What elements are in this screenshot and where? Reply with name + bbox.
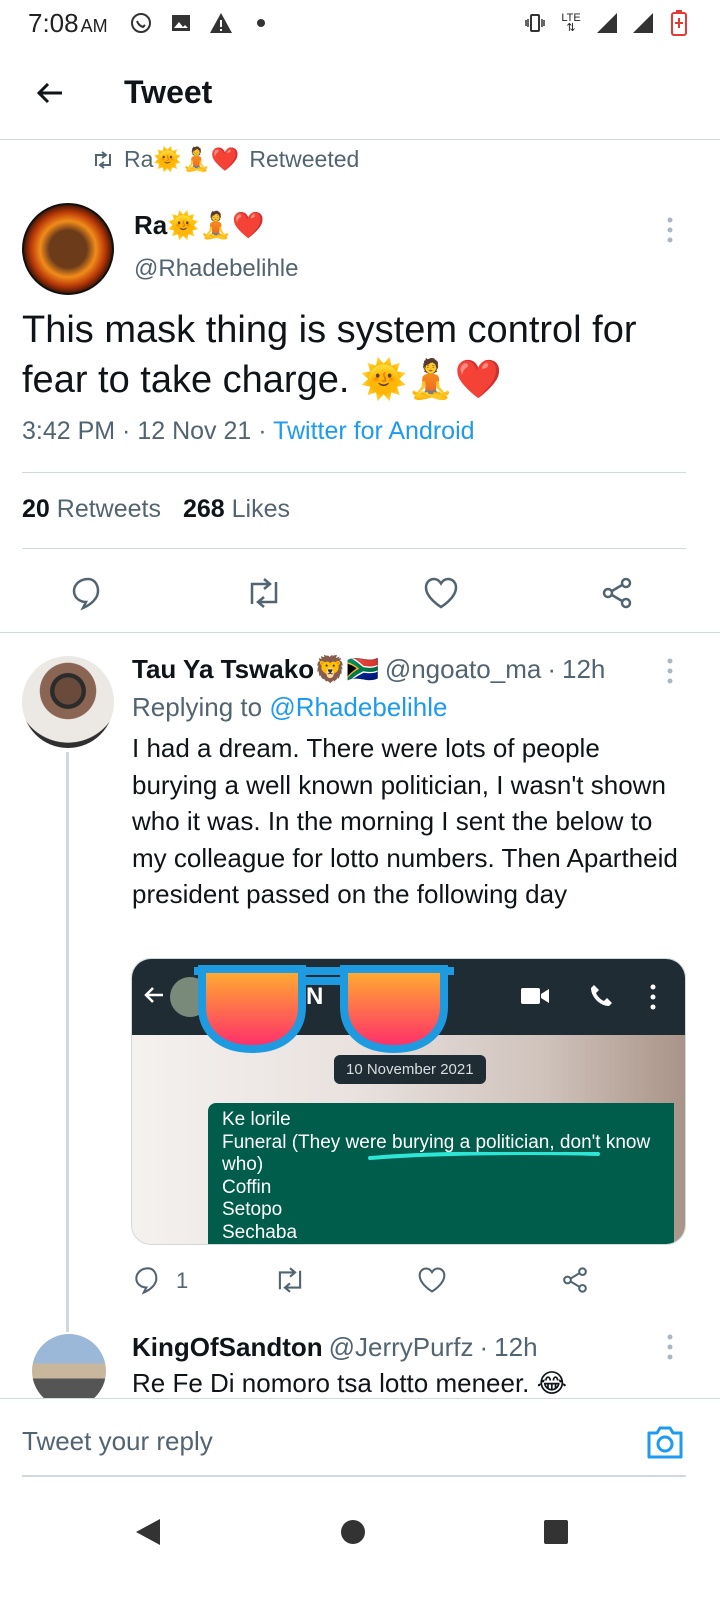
camera-icon bbox=[647, 1426, 683, 1459]
status-icons-right: LTE ⇅ bbox=[522, 10, 692, 36]
dot-icon bbox=[248, 10, 274, 36]
reply-input[interactable] bbox=[22, 1419, 622, 1463]
media-image[interactable]: N 10 November 2021 Ke lorile Funeral (Th… bbox=[131, 958, 686, 1245]
retweeted-label: Retweeted bbox=[249, 146, 360, 172]
tweet-meta: 3:42 PM · 12 Nov 21 · Twitter for Androi… bbox=[22, 417, 475, 445]
divider bbox=[22, 548, 686, 549]
retweeter-name: Ra🌞🧘❤️ bbox=[124, 146, 240, 172]
arrow-left-icon bbox=[36, 82, 62, 103]
date-chip: 10 November 2021 bbox=[334, 1055, 486, 1084]
divider bbox=[22, 472, 686, 473]
retweet-button[interactable] bbox=[244, 573, 284, 613]
lte-icon: LTE ⇅ bbox=[561, 12, 581, 34]
tweet-source-link[interactable]: Twitter for Android bbox=[273, 417, 474, 445]
highlight-underline bbox=[368, 1151, 600, 1160]
reply-button[interactable] bbox=[128, 1260, 168, 1300]
author-name[interactable]: Ra🌞🧘❤️ bbox=[134, 210, 264, 241]
like-button[interactable] bbox=[412, 1260, 452, 1300]
share-icon bbox=[563, 1267, 587, 1293]
section-divider bbox=[0, 632, 720, 633]
retweet-icon bbox=[250, 578, 278, 608]
thread-line bbox=[66, 752, 69, 1332]
comment-icon bbox=[135, 1267, 158, 1295]
avatar[interactable] bbox=[22, 203, 114, 295]
system-nav-bar bbox=[0, 1490, 720, 1600]
whatsapp-icon bbox=[128, 10, 154, 36]
reply-button[interactable] bbox=[68, 573, 108, 613]
reply-tweet[interactable]: KingOfSandton @JerryPurfz · 12h Re Fe Di… bbox=[0, 1330, 720, 1398]
retweet-button[interactable] bbox=[270, 1260, 310, 1300]
phone-icon bbox=[591, 985, 612, 1006]
chat-message: Ke lorile Funeral (They were burying a p… bbox=[208, 1103, 674, 1244]
author-name[interactable]: Tau Ya Tswako🦁🇿🇦 bbox=[132, 654, 379, 685]
comment-icon bbox=[72, 577, 100, 611]
author-handle[interactable]: @Rhadebelihle bbox=[134, 255, 298, 283]
reply-time: 12h bbox=[494, 1332, 538, 1362]
status-bar: 7:08 AM LTE ⇅ bbox=[0, 0, 720, 46]
reply-time: 12h bbox=[562, 654, 606, 684]
triangle-back-icon bbox=[136, 1519, 160, 1545]
heart-icon bbox=[424, 577, 458, 609]
camera-button[interactable] bbox=[644, 1421, 686, 1463]
input-underline bbox=[22, 1475, 686, 1477]
app-header: Tweet bbox=[0, 46, 720, 140]
avatar[interactable] bbox=[32, 1334, 106, 1398]
tweet-date: 12 Nov 21 bbox=[137, 417, 252, 445]
reply-composer bbox=[0, 1398, 720, 1478]
more-options-button[interactable] bbox=[660, 1332, 680, 1362]
tweet-text: This mask thing is system control for fe… bbox=[22, 309, 637, 401]
retweets-stat[interactable]: 20 Retweets bbox=[22, 495, 161, 524]
more-options-button[interactable] bbox=[660, 656, 680, 686]
tweet-actions bbox=[0, 573, 720, 623]
more-vertical-icon bbox=[650, 984, 656, 1010]
likes-stat[interactable]: 268 Likes bbox=[183, 495, 290, 524]
replying-to-link[interactable]: @Rhadebelihle bbox=[269, 692, 447, 722]
tweet-stats: 20 Retweets 268 Likes bbox=[22, 495, 290, 524]
warning-icon bbox=[208, 10, 234, 36]
sunglasses-sticker bbox=[194, 965, 454, 1054]
reply-text: Re Fe Di nomoro tsa lotto meneer. 😂 bbox=[132, 1368, 568, 1398]
circle-home-icon bbox=[341, 1520, 365, 1544]
like-button[interactable] bbox=[421, 573, 461, 613]
reply-header: Tau Ya Tswako🦁🇿🇦 @ngoato_ma · 12h bbox=[132, 654, 606, 685]
retweet-icon bbox=[278, 1267, 302, 1293]
author-handle[interactable]: @ngoato_ma bbox=[385, 654, 542, 685]
replying-to: Replying to @Rhadebelihle bbox=[132, 692, 448, 722]
avatar[interactable] bbox=[22, 656, 114, 748]
heart-icon bbox=[418, 1267, 446, 1293]
status-time: 7:08 AM bbox=[28, 7, 108, 38]
more-options-button[interactable] bbox=[660, 215, 680, 245]
nav-back-button[interactable] bbox=[128, 1512, 168, 1552]
tweet-time: 3:42 PM bbox=[22, 417, 116, 445]
nav-home-button[interactable] bbox=[333, 1512, 373, 1552]
retweeted-banner[interactable]: Ra🌞🧘❤️ Retweeted bbox=[92, 146, 359, 173]
arrow-left-icon bbox=[144, 987, 163, 1003]
reply-actions: 1 bbox=[0, 1260, 720, 1300]
back-button[interactable] bbox=[20, 63, 80, 123]
square-recents-icon bbox=[544, 1520, 568, 1544]
more-vertical-icon bbox=[667, 1334, 673, 1360]
share-button[interactable] bbox=[555, 1260, 595, 1300]
signal-icon bbox=[594, 10, 620, 36]
reply-text: I had a dream. There were lots of people… bbox=[132, 733, 678, 909]
signal-icon bbox=[630, 10, 656, 36]
vibrate-icon bbox=[522, 10, 548, 36]
author-name[interactable]: KingOfSandton bbox=[132, 1332, 323, 1363]
gallery-icon bbox=[168, 10, 194, 36]
page-title: Tweet bbox=[124, 74, 213, 110]
share-button[interactable] bbox=[597, 573, 637, 613]
battery-icon bbox=[666, 10, 692, 36]
nav-recents-button[interactable] bbox=[536, 1512, 576, 1552]
more-vertical-icon bbox=[667, 658, 673, 684]
reply-header: KingOfSandton @JerryPurfz · 12h bbox=[132, 1332, 538, 1363]
retweet-icon bbox=[95, 150, 111, 169]
video-call-icon bbox=[521, 988, 549, 1004]
more-vertical-icon bbox=[667, 217, 673, 243]
reply-count: 1 bbox=[176, 1268, 189, 1293]
author-handle[interactable]: @JerryPurfz bbox=[329, 1332, 474, 1363]
share-icon bbox=[602, 577, 632, 609]
status-icons-left bbox=[128, 10, 274, 36]
